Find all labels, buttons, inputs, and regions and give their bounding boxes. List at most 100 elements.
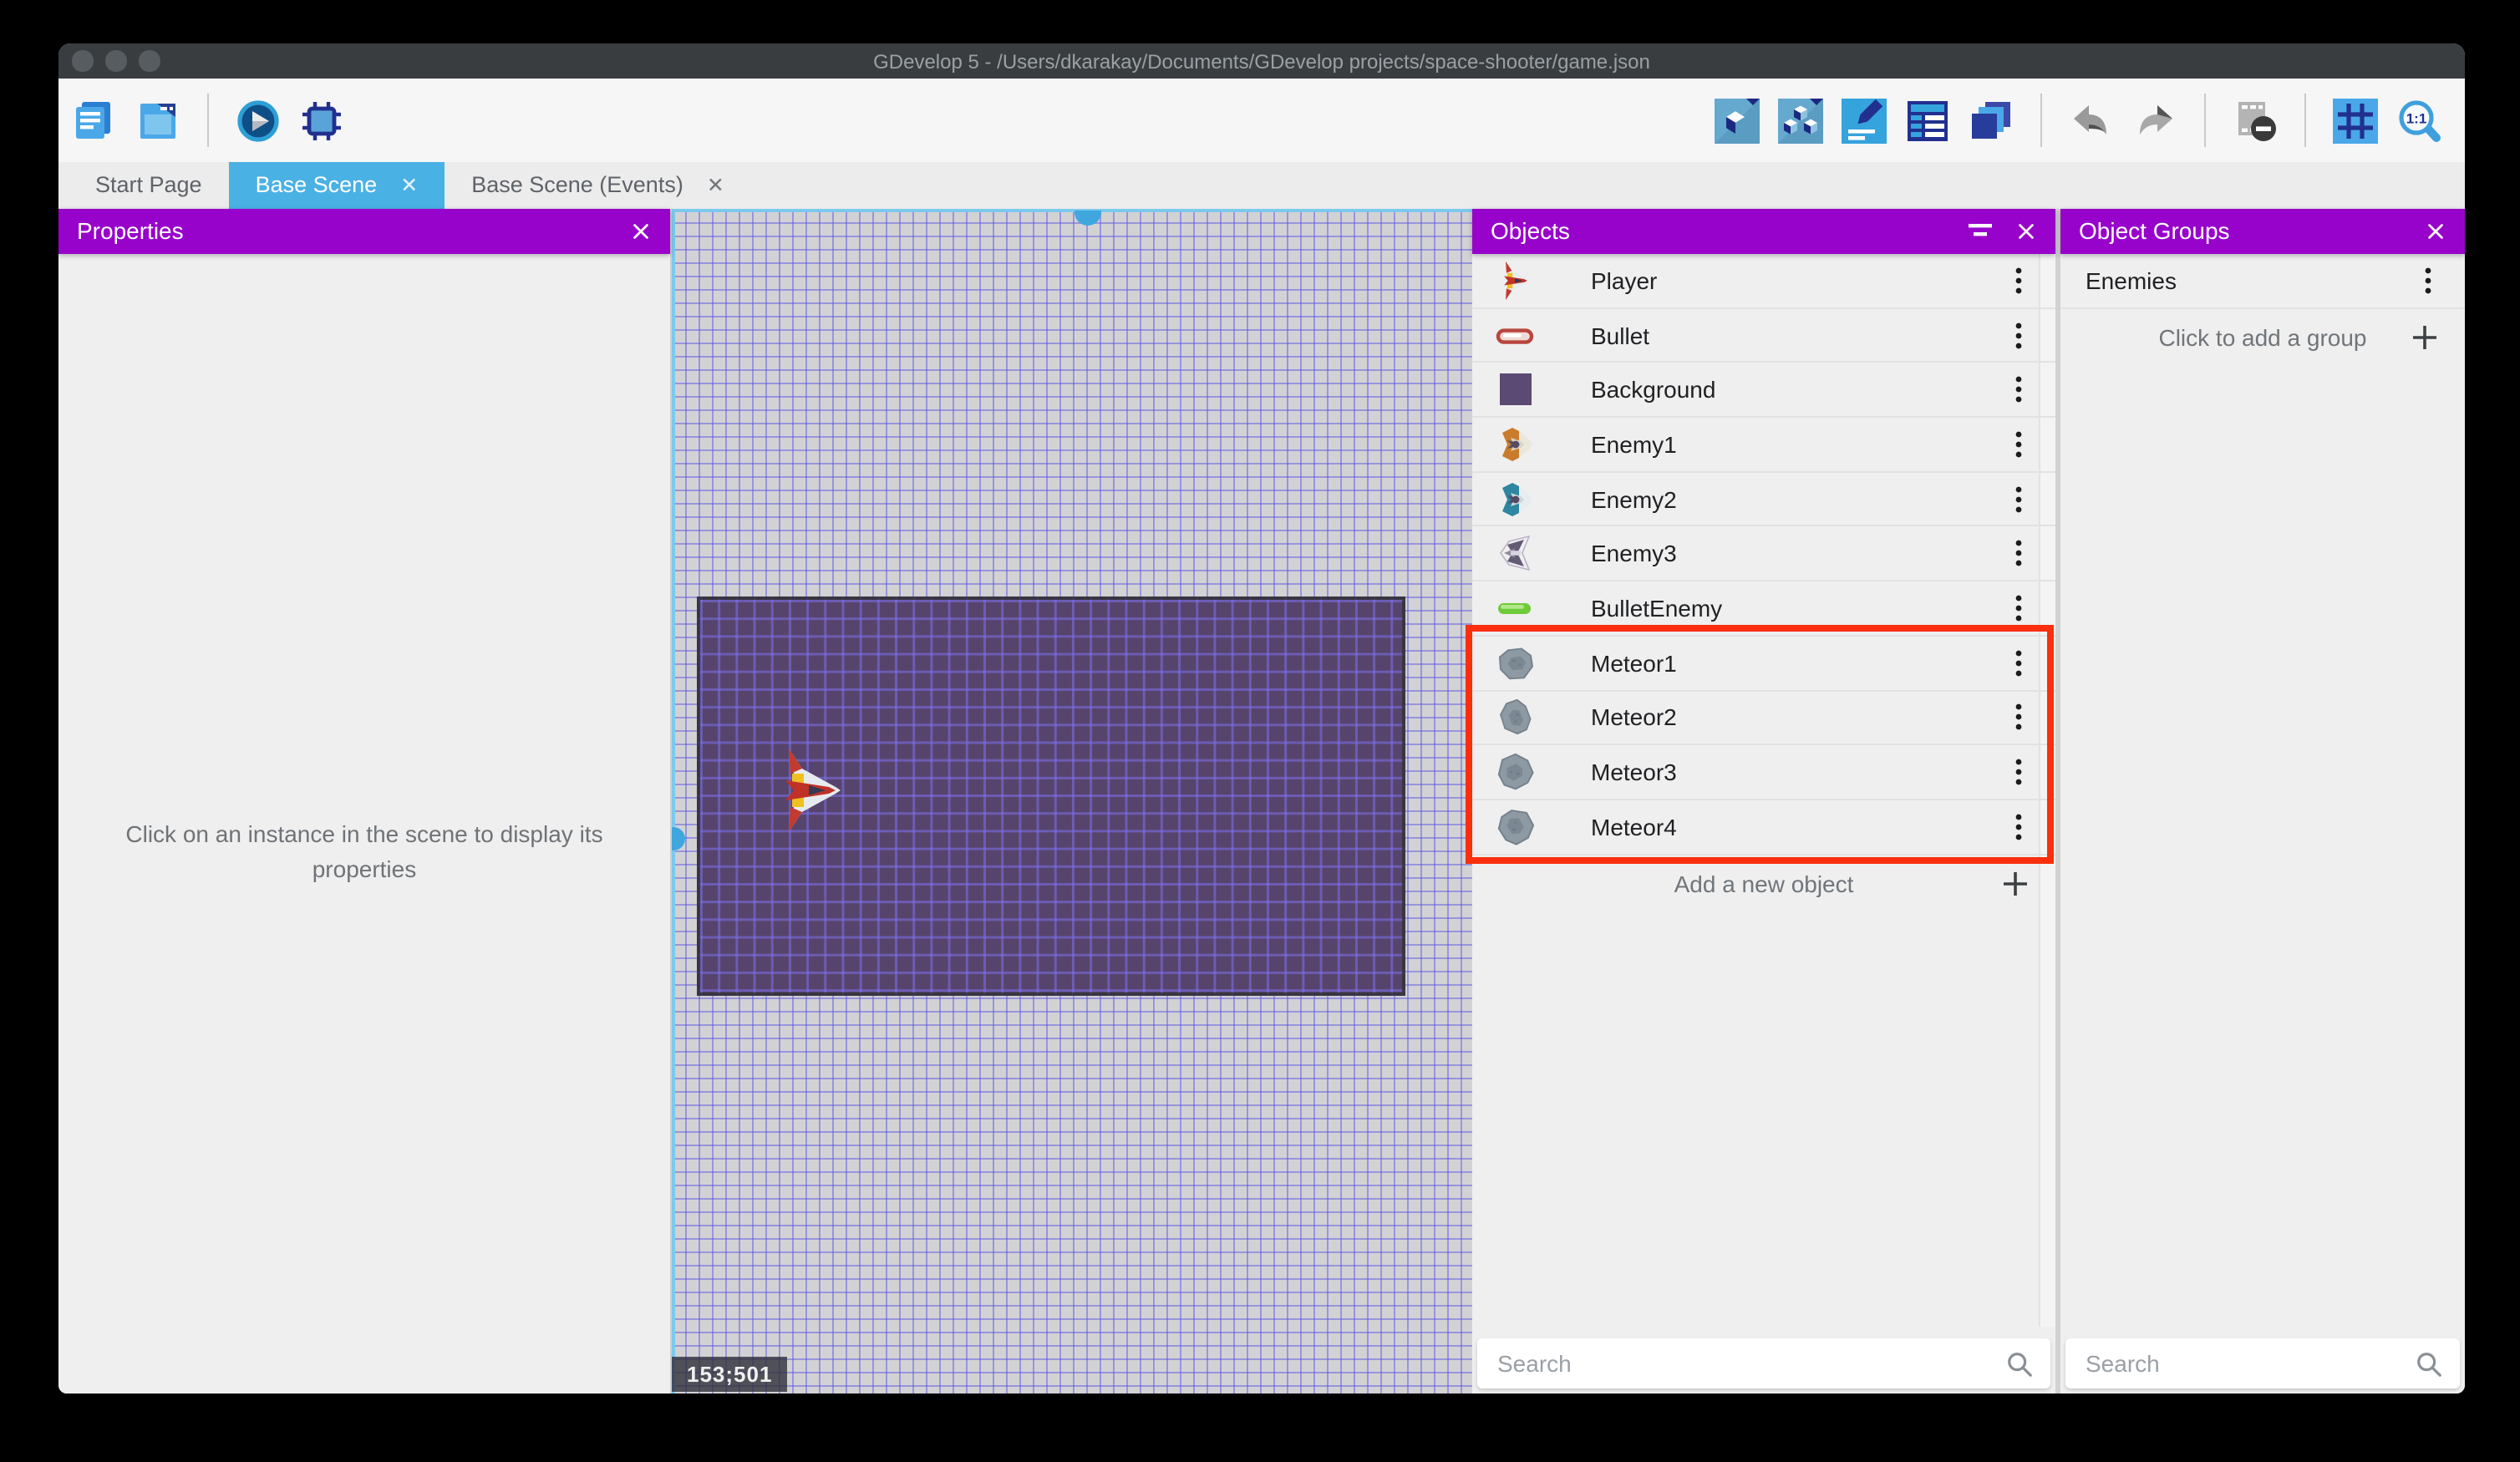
object-groups-panel: Object Groups Enemies Click to add a gro… — [2060, 208, 2465, 1393]
row-menu-dots-icon[interactable] — [2002, 757, 2035, 787]
player-instance[interactable] — [779, 746, 842, 833]
row-label: Enemy1 — [1591, 430, 1677, 458]
scene-top-handle[interactable] — [1075, 210, 1101, 225]
enemy2-ship-icon — [1494, 477, 1537, 520]
object-groups-panel-header: Object Groups — [2060, 208, 2465, 254]
toolbar-divider — [2040, 94, 2042, 147]
object-groups-panel-icon[interactable] — [1778, 98, 1823, 143]
row-menu-dots-icon[interactable] — [2002, 320, 2035, 350]
row-menu-dots-icon[interactable] — [2002, 593, 2035, 623]
object-row-meteor4[interactable]: Meteor4 — [1472, 800, 2055, 855]
row-label: Enemy2 — [1591, 485, 1677, 513]
redo-icon[interactable] — [2132, 98, 2177, 143]
scene-top-edge-line — [672, 208, 1472, 211]
toolbar-divider — [207, 94, 209, 147]
deselect-instances-icon[interactable] — [2233, 98, 2278, 143]
debug-icon[interactable] — [299, 98, 344, 143]
row-menu-dots-icon[interactable] — [2411, 266, 2445, 296]
add-object-label: Add a new object — [1674, 871, 1854, 898]
filter-icon[interactable] — [1965, 220, 1995, 243]
object-groups-list: Enemies — [2060, 254, 2465, 309]
object-row-bulletenemy[interactable]: BulletEnemy — [1472, 581, 2055, 637]
objects-panel-icon[interactable] — [1715, 98, 1760, 143]
play-icon[interactable] — [236, 98, 281, 143]
properties-panel: Properties Click on an instance in the s… — [58, 208, 672, 1393]
scene-left-handle[interactable] — [672, 826, 685, 850]
main-area: Properties Click on an instance in the s… — [58, 208, 2465, 1393]
tab-label: Base Scene — [255, 172, 378, 198]
object-row-bullet[interactable]: Bullet — [1472, 308, 2055, 363]
scene-canvas[interactable]: 153;501 — [672, 208, 1472, 1393]
add-group-label: Click to add a group — [2158, 324, 2367, 352]
tab-start-page[interactable]: Start Page — [69, 162, 229, 208]
instances-list-icon[interactable] — [1905, 98, 1950, 143]
edit-scene-properties-icon[interactable] — [1842, 98, 1887, 143]
row-menu-dots-icon[interactable] — [2002, 484, 2035, 514]
object-row-meteor1[interactable]: Meteor1 — [1472, 637, 2055, 691]
close-icon[interactable] — [2015, 221, 2037, 242]
object-row-background[interactable]: Background — [1472, 363, 2055, 419]
toolbar-right-group: 1:1 — [1715, 94, 2441, 147]
row-label: Meteor4 — [1591, 813, 1677, 840]
row-menu-dots-icon[interactable] — [2002, 539, 2035, 569]
row-label: Meteor3 — [1591, 759, 1677, 786]
row-menu-dots-icon[interactable] — [2002, 374, 2035, 404]
row-label: BulletEnemy — [1591, 594, 1723, 622]
object-row-enemy3[interactable]: Enemy3 — [1472, 527, 2055, 582]
properties-panel-title: Properties — [77, 217, 184, 245]
meteor-3-icon — [1494, 750, 1537, 794]
row-menu-dots-icon[interactable] — [2002, 703, 2035, 733]
object-row-enemy1[interactable]: Enemy1 — [1472, 418, 2055, 473]
layers-icon[interactable] — [1969, 98, 2014, 143]
tab-base-scene[interactable]: Base Scene ✕ — [228, 162, 445, 208]
row-label: Enemy3 — [1591, 540, 1677, 567]
row-menu-dots-icon[interactable] — [2002, 266, 2035, 296]
zoom-1-1-icon[interactable]: 1:1 — [2396, 98, 2441, 143]
properties-empty-message: Click on an instance in the scene to dis… — [125, 820, 603, 881]
groups-search-input[interactable] — [2082, 1348, 2415, 1378]
add-object-row[interactable]: Add a new object — [1472, 856, 2055, 911]
object-row-meteor3[interactable]: Meteor3 — [1472, 745, 2055, 800]
object-row-enemy2[interactable]: Enemy2 — [1472, 473, 2055, 527]
row-menu-dots-icon[interactable] — [2002, 647, 2035, 678]
meteor-1-icon — [1494, 641, 1537, 684]
grid-icon[interactable] — [2333, 98, 2378, 143]
enemy3-ship-icon — [1494, 532, 1537, 576]
zoom-window-button[interactable] — [139, 50, 160, 71]
object-row-player[interactable]: > Player — [1472, 254, 2055, 309]
tab-label: Start Page — [95, 172, 202, 198]
close-window-button[interactable] — [72, 50, 93, 71]
objects-list: > Player Bullet Background Enemy1 Enemy2 Enemy… — [1472, 254, 2055, 855]
tab-base-scene-events[interactable]: Base Scene (Events) ✕ — [445, 162, 751, 208]
scene-left-edge-line — [672, 208, 675, 1393]
row-menu-dots-icon[interactable] — [2002, 429, 2035, 459]
objects-search-bar — [1477, 1338, 2050, 1388]
row-label: Background — [1591, 376, 1716, 404]
meteor-2-icon — [1494, 696, 1537, 739]
undo-icon[interactable] — [2069, 98, 2114, 143]
titlebar: GDevelop 5 - /Users/dkarakay/Documents/G… — [58, 43, 2465, 79]
row-label: Player — [1591, 267, 1658, 294]
gdevelop-window: GDevelop 5 - /Users/dkarakay/Documents/G… — [58, 43, 2465, 1393]
objects-panel-header: Objects — [1472, 208, 2055, 254]
objects-search-input[interactable] — [1494, 1348, 2005, 1378]
search-icon — [2005, 1349, 2034, 1378]
plus-icon[interactable] — [2000, 868, 2030, 903]
group-row-enemies[interactable]: Enemies — [2060, 254, 2465, 309]
row-menu-dots-icon[interactable] — [2002, 811, 2035, 841]
tab-bar: Start Page Base Scene ✕ Base Scene (Events)… — [58, 162, 2465, 208]
cursor-coordinates-badge: 153;501 — [672, 1357, 788, 1392]
minimize-window-button[interactable] — [105, 50, 126, 71]
close-icon[interactable] — [2425, 221, 2446, 242]
search-icon — [2415, 1349, 2443, 1378]
scene-window-icon[interactable] — [135, 98, 180, 143]
close-icon[interactable] — [630, 221, 652, 242]
add-group-row[interactable]: Click to add a group — [2060, 310, 2465, 365]
row-label: Meteor2 — [1591, 703, 1677, 731]
plus-icon[interactable] — [2410, 322, 2440, 357]
project-manager-icon[interactable] — [72, 98, 117, 143]
close-icon[interactable]: ✕ — [707, 173, 724, 198]
desktop: GDevelop 5 - /Users/dkarakay/Documents/G… — [0, 0, 2520, 1462]
object-row-meteor2[interactable]: Meteor2 — [1472, 691, 2055, 746]
close-icon[interactable]: ✕ — [400, 173, 418, 198]
